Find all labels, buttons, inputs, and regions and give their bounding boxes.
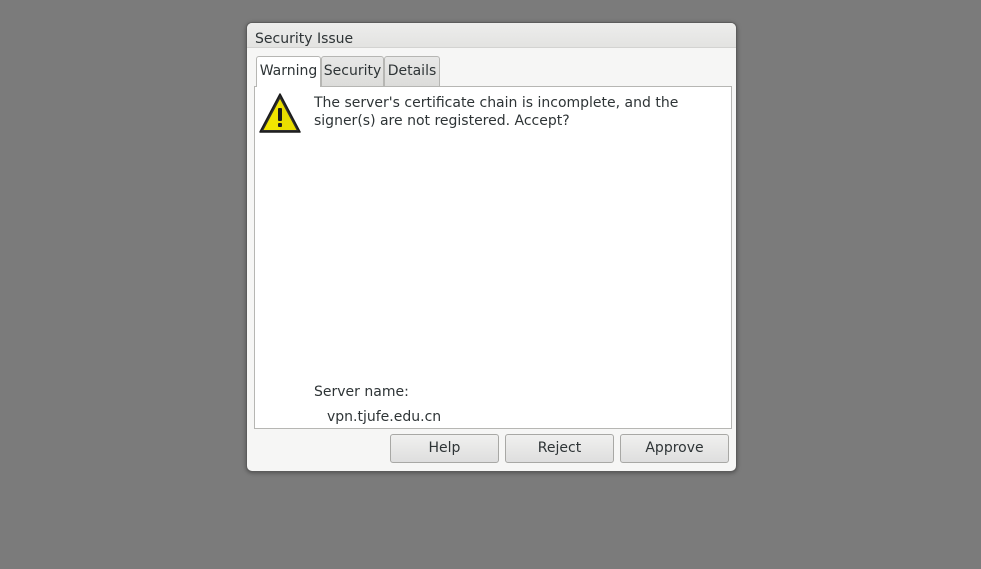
server-name-value: vpn.tjufe.edu.cn: [327, 409, 442, 425]
tab-warning[interactable]: Warning: [256, 56, 321, 87]
dialog-title: Security Issue: [255, 31, 354, 47]
dialog-titlebar[interactable]: Security Issue: [247, 23, 736, 48]
help-button[interactable]: Help: [390, 434, 499, 463]
tab-details[interactable]: Details: [384, 56, 440, 86]
warning-panel: The server's certificate chain is incomp…: [254, 86, 732, 429]
reject-button[interactable]: Reject: [505, 434, 614, 463]
approve-button[interactable]: Approve: [620, 434, 729, 463]
warning-message: The server's certificate chain is incomp…: [314, 95, 679, 129]
warning-triangle-icon: [259, 93, 301, 133]
tab-security[interactable]: Security: [321, 56, 384, 86]
security-issue-dialog: Security Issue Warning Security Details …: [246, 22, 737, 472]
server-name-label: Server name:: [314, 384, 409, 400]
